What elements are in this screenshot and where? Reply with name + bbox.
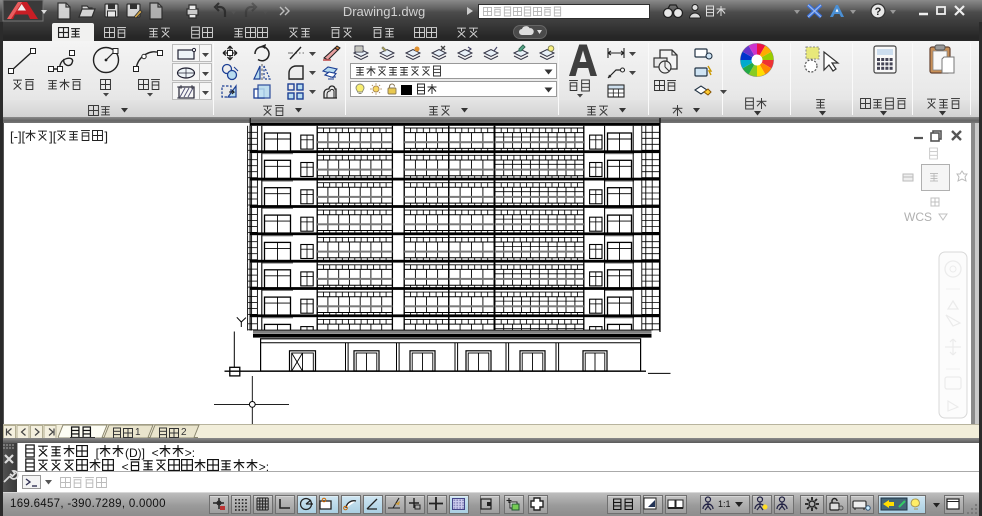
svg-text:1:1: 1:1 [718, 499, 731, 509]
svg-text:?: ? [875, 6, 882, 18]
